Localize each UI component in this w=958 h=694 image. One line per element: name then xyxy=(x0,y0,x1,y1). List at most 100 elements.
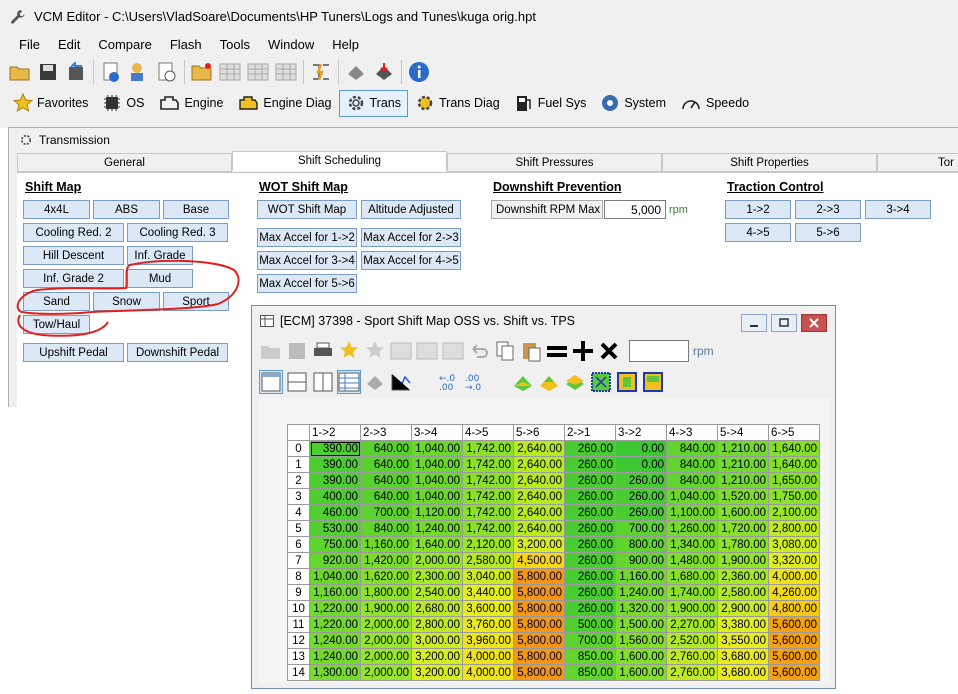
wot-shift-map-button[interactable]: WOT Shift Map xyxy=(257,200,357,219)
table-cell[interactable]: 1,160.00 xyxy=(309,584,361,601)
table-cell[interactable]: 5,800.00 xyxy=(513,664,565,681)
table-cell[interactable]: 2,360.00 xyxy=(717,568,769,585)
table-cell[interactable]: 390.00 xyxy=(309,440,361,457)
open-folder-icon[interactable] xyxy=(259,339,283,363)
table-cell[interactable]: 5,800.00 xyxy=(513,616,565,633)
table-cell[interactable]: 2,120.00 xyxy=(462,536,514,553)
shift-map-snow-button[interactable]: Snow xyxy=(93,292,160,311)
open-table-icon[interactable] xyxy=(188,59,216,85)
tab-shift-scheduling[interactable]: Shift Scheduling xyxy=(232,151,447,171)
table-cell[interactable]: 840.00 xyxy=(666,440,718,457)
table-cell[interactable]: 3,380.00 xyxy=(717,616,769,633)
tab-shift-properties[interactable]: Shift Properties xyxy=(662,153,877,172)
max-accel-3-4-button[interactable]: Max Accel for 3->4 xyxy=(257,251,357,270)
table-cell[interactable]: 4,800.00 xyxy=(768,600,820,617)
table-cell[interactable]: 260.00 xyxy=(564,520,616,537)
table-cell[interactable]: 3,960.00 xyxy=(462,632,514,649)
color-map-alt-icon[interactable] xyxy=(537,370,561,394)
table-cell[interactable]: 2,760.00 xyxy=(666,648,718,665)
table-cell[interactable]: 900.00 xyxy=(615,552,667,569)
table-cell[interactable]: 640.00 xyxy=(360,440,412,457)
nav-trans-diag[interactable]: Trans Diag xyxy=(408,90,507,117)
color-map-icon[interactable] xyxy=(511,370,535,394)
table-cell[interactable]: 1,740.00 xyxy=(666,584,718,601)
view-table-icon[interactable] xyxy=(259,370,283,394)
operation-value-input[interactable] xyxy=(629,340,689,362)
table-cell[interactable]: 2,000.00 xyxy=(360,648,412,665)
table-cell[interactable]: 1,120.00 xyxy=(411,504,463,521)
menu-flash[interactable]: Flash xyxy=(161,37,211,52)
table-cell[interactable]: 2,000.00 xyxy=(360,632,412,649)
set-value-icon[interactable] xyxy=(545,339,569,363)
table-cell[interactable]: 3,200.00 xyxy=(513,536,565,553)
shift-map-cooling-red-3-button[interactable]: Cooling Red. 3 xyxy=(127,223,228,242)
table-cell[interactable]: 1,600.00 xyxy=(615,664,667,681)
shift-map-tow-haul-button[interactable]: Tow/Haul xyxy=(23,315,90,334)
table-cell[interactable]: 260.00 xyxy=(564,456,616,473)
table-cell[interactable]: 0.00 xyxy=(615,456,667,473)
table-cell[interactable]: 2,800.00 xyxy=(411,616,463,633)
max-accel-1-2-button[interactable]: Max Accel for 1->2 xyxy=(257,228,357,247)
table-cell[interactable]: 1,742.00 xyxy=(462,520,514,537)
table-cell[interactable]: 2,000.00 xyxy=(360,664,412,681)
tab-torque[interactable]: Tor xyxy=(877,153,958,172)
table-cell[interactable]: 260.00 xyxy=(564,504,616,521)
decimal-increase-icon[interactable]: .00 →.0 xyxy=(463,370,487,394)
table-cell[interactable]: 3,680.00 xyxy=(717,664,769,681)
table-cell[interactable]: 1,320.00 xyxy=(615,600,667,617)
table-cell[interactable]: 1,640.00 xyxy=(768,456,820,473)
save-icon[interactable] xyxy=(34,59,62,85)
table-cell[interactable]: 2,100.00 xyxy=(768,504,820,521)
table-cell[interactable]: 3,200.00 xyxy=(411,664,463,681)
table-cell[interactable]: 920.00 xyxy=(309,552,361,569)
table-cell[interactable]: 1,742.00 xyxy=(462,440,514,457)
table-cell[interactable]: 5,800.00 xyxy=(513,648,565,665)
table-cell[interactable]: 840.00 xyxy=(666,456,718,473)
table-icon[interactable] xyxy=(216,59,244,85)
table-cell[interactable]: 1,160.00 xyxy=(615,568,667,585)
table-cell[interactable]: 1,040.00 xyxy=(411,472,463,489)
table-cell[interactable]: 1,742.00 xyxy=(462,504,514,521)
table-cell[interactable]: 5,600.00 xyxy=(768,664,820,681)
table-cell[interactable]: 800.00 xyxy=(615,536,667,553)
table-cell[interactable]: 260.00 xyxy=(564,552,616,569)
table-cell[interactable]: 1,040.00 xyxy=(309,568,361,585)
shift-map-inf-grade-2-button[interactable]: Inf. Grade 2 xyxy=(23,269,124,288)
table-cell[interactable]: 1,040.00 xyxy=(666,488,718,505)
table-cell[interactable]: 700.00 xyxy=(360,504,412,521)
table-cell[interactable]: 1,040.00 xyxy=(411,488,463,505)
traction-4-5-button[interactable]: 4->5 xyxy=(725,223,791,242)
table-cell[interactable]: 1,620.00 xyxy=(360,568,412,585)
traction-3-4-button[interactable]: 3->4 xyxy=(865,200,931,219)
table-cell[interactable]: 260.00 xyxy=(564,584,616,601)
table-cell[interactable]: 5,600.00 xyxy=(768,648,820,665)
table-cell[interactable]: 1,900.00 xyxy=(666,600,718,617)
table-cell[interactable]: 500.00 xyxy=(564,616,616,633)
add-favorite-icon[interactable] xyxy=(337,339,361,363)
table-cell[interactable]: 3,440.00 xyxy=(462,584,514,601)
table-cell[interactable]: 640.00 xyxy=(360,456,412,473)
table-cell[interactable]: 3,550.00 xyxy=(717,632,769,649)
shift-map-table[interactable]: 1->2 2->3 3->4 4->5 5->6 2->1 3->2 4->3 5->4 6->5… xyxy=(287,424,820,681)
table-cell[interactable]: 530.00 xyxy=(309,520,361,537)
table-cell[interactable]: 2,680.00 xyxy=(411,600,463,617)
table-cell[interactable]: 700.00 xyxy=(615,520,667,537)
surface-view-icon[interactable] xyxy=(363,370,387,394)
table-cell[interactable]: 260.00 xyxy=(564,600,616,617)
table-cell[interactable]: 4,000.00 xyxy=(462,648,514,665)
nav-favorites[interactable]: Favorites xyxy=(6,90,95,117)
shift-map-sand-button[interactable]: Sand xyxy=(23,292,90,311)
table-cell[interactable]: 2,540.00 xyxy=(411,584,463,601)
downshift-rpm-max-field[interactable]: 5,000 xyxy=(604,200,666,219)
table-cell[interactable]: 2,580.00 xyxy=(717,584,769,601)
table-cell[interactable]: 390.00 xyxy=(309,456,361,473)
menu-compare[interactable]: Compare xyxy=(89,37,160,52)
flash-icon[interactable] xyxy=(307,59,335,85)
table-diff-icon[interactable] xyxy=(272,59,300,85)
write-chip-icon[interactable] xyxy=(370,59,398,85)
table-cell[interactable]: 1,340.00 xyxy=(666,536,718,553)
tab-shift-pressures[interactable]: Shift Pressures xyxy=(447,153,662,172)
table-cell[interactable]: 400.00 xyxy=(309,488,361,505)
table-cell[interactable]: 1,500.00 xyxy=(615,616,667,633)
max-accel-5-6-button[interactable]: Max Accel for 5->6 xyxy=(257,274,357,293)
